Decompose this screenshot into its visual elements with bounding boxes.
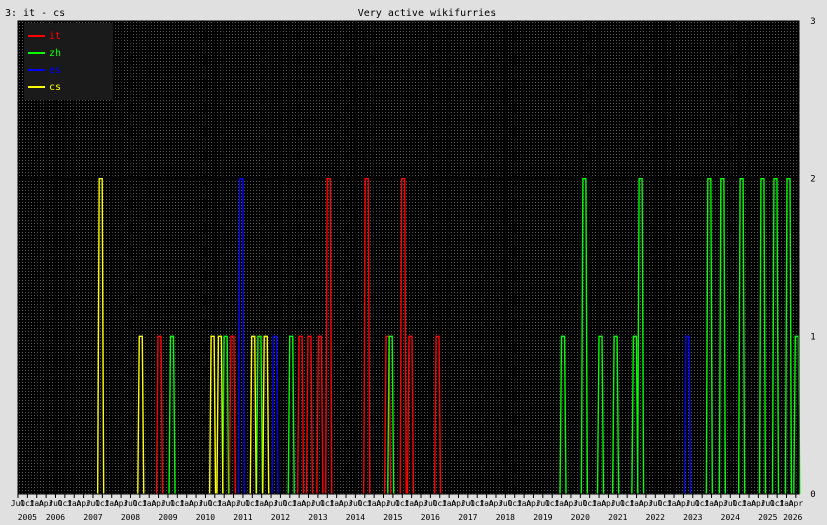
x-year-label: 2006: [46, 513, 65, 522]
chart: 3: it - cs Very active wikifurries 0123 …: [5, 8, 816, 522]
x-year-label: 2024: [721, 513, 740, 522]
x-year-label: 2026: [783, 513, 802, 522]
legend: it zh es cs: [24, 23, 113, 100]
legend-label-zh: zh: [49, 48, 61, 59]
x-year-label: 2022: [646, 513, 665, 522]
x-year-label: 2015: [383, 513, 402, 522]
x-year-label: 2020: [571, 513, 590, 522]
x-year-label: 2009: [158, 513, 177, 522]
x-year-label: 2007: [83, 513, 102, 522]
x-year-label: 2017: [458, 513, 477, 522]
x-year-label: 2011: [233, 513, 252, 522]
x-year-label: 2005: [18, 513, 37, 522]
y-tick-label: 1: [810, 332, 815, 342]
x-year-label: 2021: [608, 513, 627, 522]
legend-box: [24, 23, 113, 100]
y-axis: 0 1 2 3: [810, 17, 815, 500]
x-year-label: 2012: [271, 513, 290, 522]
x-year-label: 2014: [346, 513, 365, 522]
x-year-label: 2010: [196, 513, 215, 522]
chart-title: Very active wikifurries: [358, 8, 496, 19]
y-tick-label: 2: [810, 175, 815, 185]
x-axis: JulOctJanAprJulOctJanAprJulOctJanAprJulO…: [11, 494, 804, 522]
y-tick-label: 3: [810, 17, 815, 27]
x-year-label: 2023: [683, 513, 702, 522]
chart-header-label: 3: it - cs: [5, 8, 65, 19]
x-month-label: Apr: [789, 499, 804, 508]
x-year-label: 2025: [758, 513, 777, 522]
legend-label-it: it: [49, 31, 61, 42]
x-year-label: 2018: [496, 513, 515, 522]
x-year-label: 2016: [421, 513, 440, 522]
y-tick-label: 0: [810, 490, 815, 500]
x-year-label: 2013: [308, 513, 327, 522]
x-year-label: 2019: [533, 513, 552, 522]
x-year-label: 2008: [121, 513, 140, 522]
legend-label-es: es: [49, 65, 61, 76]
legend-label-cs: cs: [49, 82, 61, 93]
